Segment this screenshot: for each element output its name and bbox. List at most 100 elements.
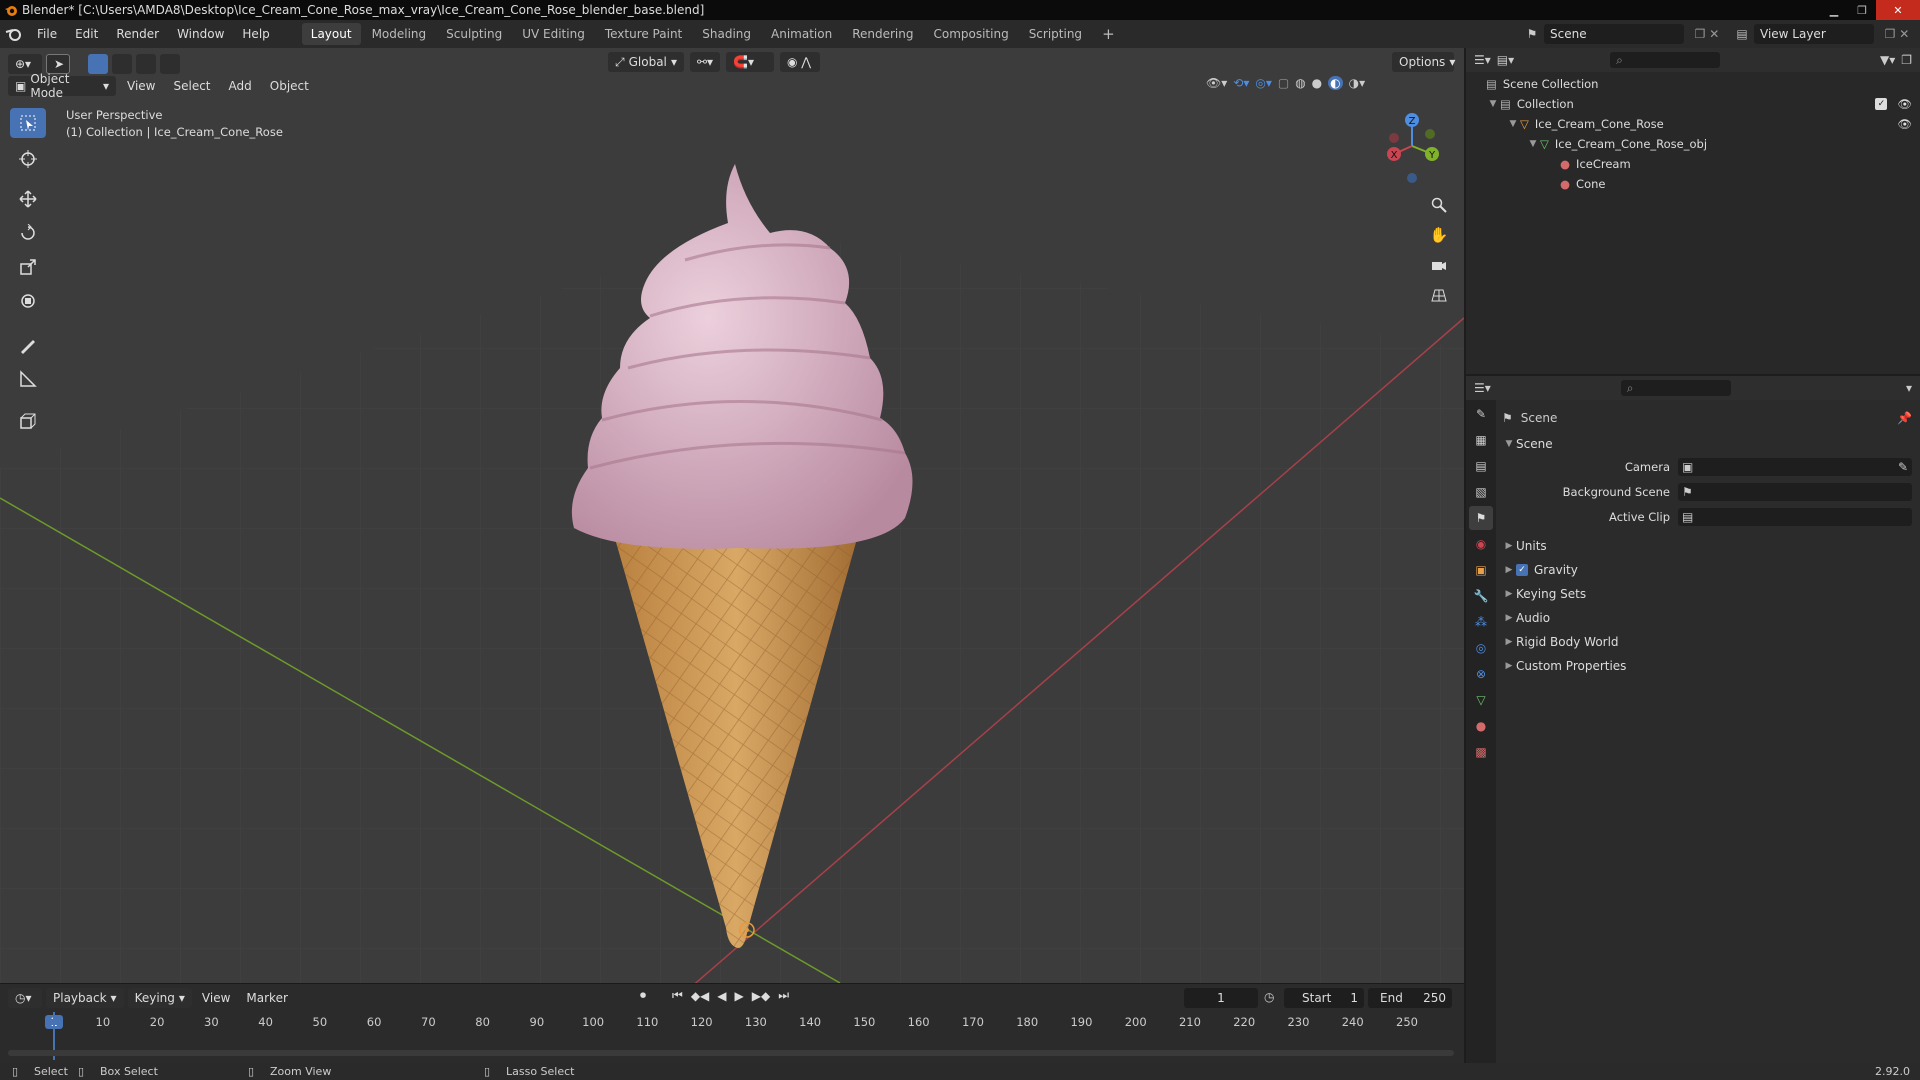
camera-view-icon[interactable] bbox=[1426, 252, 1452, 278]
outliner-editor-type-icon[interactable]: ☰▾ bbox=[1474, 53, 1491, 67]
pivot-point-icon[interactable]: ⚯▾ bbox=[690, 52, 720, 72]
eyedropper-icon[interactable]: ✎ bbox=[1898, 460, 1908, 474]
frame-ruler[interactable]: 1102030405060708090100110120130140150160… bbox=[0, 1012, 1464, 1032]
minimize-icon[interactable]: ▁ bbox=[1820, 0, 1848, 20]
output-tab-icon[interactable]: ▤ bbox=[1469, 454, 1493, 478]
tab-uv-editing[interactable]: UV Editing bbox=[513, 23, 594, 45]
tree-item-icecream[interactable]: ● IceCream bbox=[1466, 154, 1920, 174]
pan-hand-icon[interactable]: ✋ bbox=[1426, 222, 1452, 248]
tab-layout[interactable]: Layout bbox=[301, 23, 361, 45]
tab-scripting[interactable]: Scripting bbox=[1020, 23, 1091, 45]
object-mode-dropdown[interactable]: ▣ Object Mode ▾ bbox=[8, 72, 116, 100]
data-tab-icon[interactable]: ▽ bbox=[1469, 688, 1493, 712]
active-clip-field[interactable]: ▤ bbox=[1678, 508, 1912, 526]
proportional-edit-icon[interactable]: ◉ ⋀ bbox=[780, 52, 820, 72]
scene-actions-icon[interactable]: ❐ ✕ bbox=[1684, 27, 1730, 41]
next-keyframe-icon[interactable]: ▶◆ bbox=[752, 989, 770, 1003]
transform-tool-icon[interactable] bbox=[10, 286, 46, 316]
view-layer-selector[interactable]: View Layer bbox=[1754, 24, 1874, 44]
camera-field[interactable]: ▣ ✎ bbox=[1678, 458, 1912, 476]
particles-tab-icon[interactable]: ⁂ bbox=[1469, 610, 1493, 634]
modifier-tab-icon[interactable]: 🔧 bbox=[1469, 584, 1493, 608]
menu-help[interactable]: Help bbox=[233, 20, 278, 48]
gravity-checkbox[interactable]: ✓ bbox=[1516, 564, 1528, 576]
tree-item-ice-cream-cone-rose-obj[interactable]: ▼ ▽ Ice_Cream_Cone_Rose_obj bbox=[1466, 134, 1920, 154]
end-frame-field[interactable]: End 250 bbox=[1368, 988, 1452, 1008]
tree-item-ice-cream-cone-rose[interactable]: ▼ ▽ Ice_Cream_Cone_Rose 👁 bbox=[1466, 114, 1920, 134]
viewport-menu-view[interactable]: View bbox=[120, 76, 162, 96]
snap-icon[interactable]: 🧲▾ bbox=[726, 52, 774, 72]
preview-range-icon[interactable]: ◷ bbox=[1264, 990, 1274, 1004]
view-layer-icon[interactable]: ▤ bbox=[1730, 27, 1754, 41]
3d-viewport[interactable]: ⊕▾ ➤ ⤢ Global ▾ ⚯▾ 🧲▾ ◉ ⋀ Options ▾ ▣ Object… bbox=[0, 48, 1464, 983]
timeline-menu-marker[interactable]: Marker bbox=[240, 988, 293, 1008]
constraints-tab-icon[interactable]: ⊗ bbox=[1469, 662, 1493, 686]
timeline-editor-type-icon[interactable]: ◷▾ bbox=[8, 988, 42, 1008]
select-subtract-icon[interactable] bbox=[136, 54, 156, 74]
blender-menu-icon[interactable] bbox=[0, 20, 28, 48]
scale-tool-icon[interactable] bbox=[10, 252, 46, 282]
gravity-subpanel[interactable]: ▶ ✓ Gravity bbox=[1502, 558, 1912, 582]
menu-render[interactable]: Render bbox=[107, 20, 168, 48]
select-box-tool-icon[interactable] bbox=[10, 108, 46, 138]
outliner-search-input[interactable]: ⌕ bbox=[1610, 52, 1721, 68]
solid-shading-icon[interactable]: ● bbox=[1312, 76, 1322, 90]
annotate-tool-icon[interactable] bbox=[10, 330, 46, 360]
editor-type-icon[interactable]: ⊕▾ bbox=[8, 54, 42, 74]
custom-properties-subpanel[interactable]: ▶ Custom Properties bbox=[1502, 654, 1912, 678]
jump-end-icon[interactable]: ⏭ bbox=[778, 988, 789, 1003]
tool-tab-icon[interactable]: ✎ bbox=[1469, 402, 1493, 426]
visibility-eye-icon[interactable]: 👁 bbox=[1897, 117, 1912, 131]
world-tab-icon[interactable]: ◉ bbox=[1469, 532, 1493, 556]
scene-selector[interactable]: Scene bbox=[1544, 24, 1684, 44]
display-mode-icon[interactable]: ▤▾ bbox=[1497, 53, 1514, 67]
navigation-gizmo[interactable]: Z Y X bbox=[1372, 110, 1442, 184]
move-tool-icon[interactable] bbox=[10, 184, 46, 214]
options-button[interactable]: Options ▾ bbox=[1392, 52, 1455, 72]
scene-tab-icon[interactable]: ⚑ bbox=[1469, 506, 1493, 530]
timeline-menu-view[interactable]: View bbox=[196, 988, 236, 1008]
tree-item-collection[interactable]: ▼ ▤ Collection ✓ 👁 bbox=[1466, 94, 1920, 114]
tab-animation[interactable]: Animation bbox=[762, 23, 841, 45]
menu-edit[interactable]: Edit bbox=[66, 20, 107, 48]
properties-search-input[interactable]: ⌕ bbox=[1620, 380, 1731, 396]
rotate-tool-icon[interactable] bbox=[10, 218, 46, 248]
zoom-icon[interactable] bbox=[1426, 192, 1452, 218]
render-tab-icon[interactable]: ▦ bbox=[1469, 428, 1493, 452]
filter-icon[interactable]: ▼▾ bbox=[1880, 53, 1895, 67]
menu-window[interactable]: Window bbox=[168, 20, 233, 48]
record-icon[interactable]: ⏺ bbox=[640, 988, 646, 1003]
tab-compositing[interactable]: Compositing bbox=[924, 23, 1017, 45]
tab-modeling[interactable]: Modeling bbox=[363, 23, 436, 45]
viewport-menu-select[interactable]: Select bbox=[166, 76, 217, 96]
tree-item-scene-collection[interactable]: ▤ Scene Collection bbox=[1466, 74, 1920, 94]
pin-icon[interactable]: 📌 bbox=[1897, 411, 1912, 425]
material-tab-icon[interactable]: ● bbox=[1469, 714, 1493, 738]
view-layer-tab-icon[interactable]: ▧ bbox=[1469, 480, 1493, 504]
visibility-icon[interactable]: 👁▾ bbox=[1206, 76, 1227, 90]
maximize-icon[interactable]: ❐ bbox=[1848, 0, 1876, 20]
timeline-scrollbar[interactable] bbox=[8, 1050, 1454, 1056]
select-intersect-icon[interactable] bbox=[160, 54, 180, 74]
transform-orientation[interactable]: ⤢ Global ▾ bbox=[608, 52, 684, 72]
texture-tab-icon[interactable]: ▩ bbox=[1469, 740, 1493, 764]
background-scene-field[interactable]: ⚑ bbox=[1678, 483, 1912, 501]
object-tab-icon[interactable]: ▣ bbox=[1469, 558, 1493, 582]
visibility-eye-icon[interactable]: 👁 bbox=[1897, 97, 1912, 111]
perspective-toggle-icon[interactable] bbox=[1426, 282, 1452, 308]
close-icon[interactable]: ✕ bbox=[1876, 0, 1920, 20]
properties-options-icon[interactable]: ▾ bbox=[1906, 381, 1912, 395]
view-layer-actions-icon[interactable]: ❐ ✕ bbox=[1874, 27, 1920, 41]
add-workspace-icon[interactable]: + bbox=[1093, 23, 1124, 45]
gizmo-toggle-icon[interactable]: ⟲▾ bbox=[1233, 76, 1249, 90]
tree-item-cone[interactable]: ● Cone bbox=[1466, 174, 1920, 194]
jump-start-icon[interactable]: ⏮ bbox=[672, 988, 683, 1003]
add-cube-tool-icon[interactable] bbox=[10, 406, 46, 436]
xray-icon[interactable]: ▢ bbox=[1278, 76, 1289, 90]
prev-keyframe-icon[interactable]: ◆◀ bbox=[691, 989, 709, 1003]
tab-rendering[interactable]: Rendering bbox=[843, 23, 922, 45]
current-frame-field[interactable]: 1 bbox=[1184, 988, 1258, 1008]
play-icon[interactable]: ▶ bbox=[735, 989, 744, 1003]
keying-sets-subpanel[interactable]: ▶ Keying Sets bbox=[1502, 582, 1912, 606]
tab-sculpting[interactable]: Sculpting bbox=[437, 23, 511, 45]
